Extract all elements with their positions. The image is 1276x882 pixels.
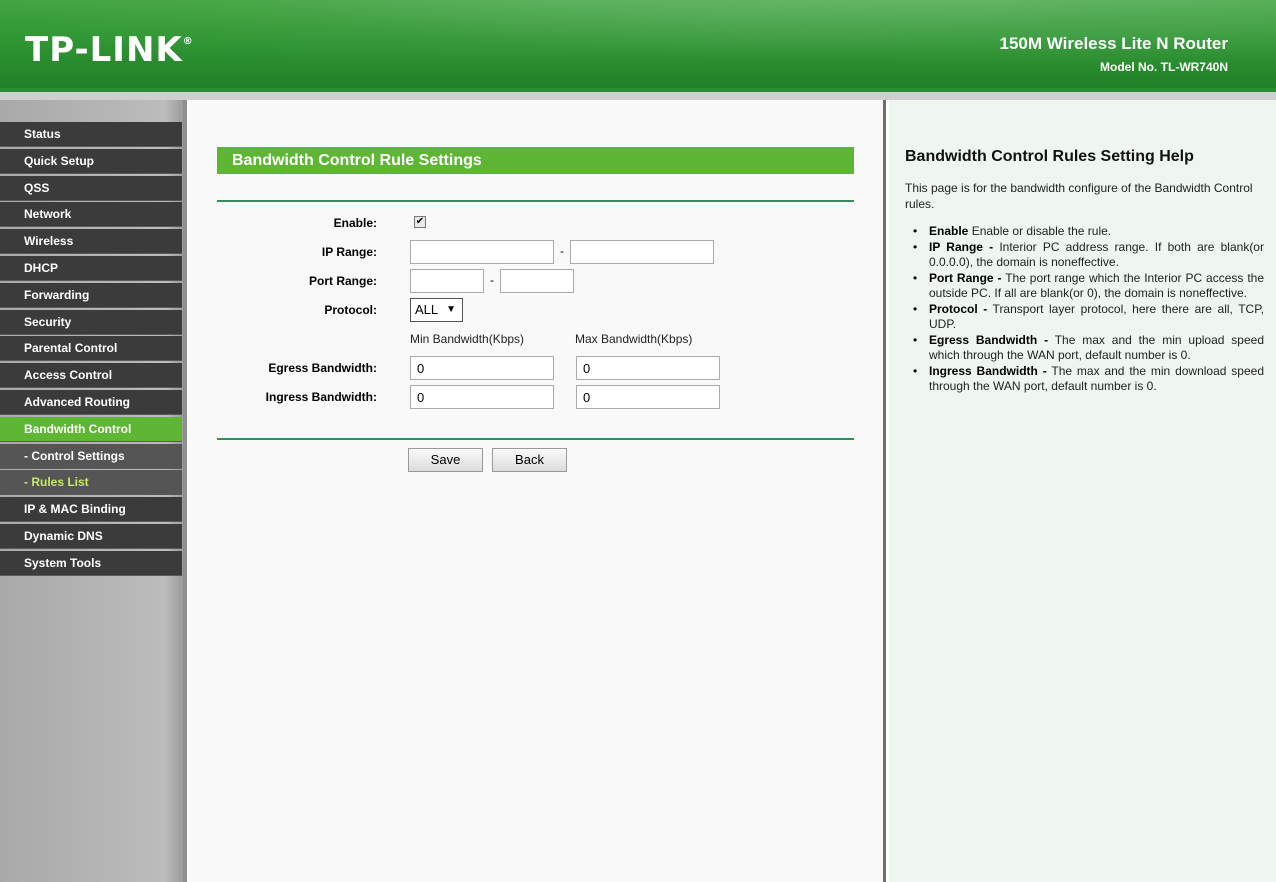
- egress-bandwidth-label: Egress Bandwidth:: [268, 361, 377, 375]
- help-item-enable: Enable Enable or disable the rule.: [913, 224, 1264, 240]
- min-bandwidth-header: Min Bandwidth(Kbps): [410, 332, 525, 346]
- sidebar-item-system-tools[interactable]: System Tools: [0, 550, 182, 576]
- top-divider: [217, 200, 854, 202]
- help-term: Egress Bandwidth -: [929, 332, 1049, 347]
- ip-range-dash: -: [560, 244, 564, 258]
- help-term: Ingress Bandwidth -: [929, 363, 1047, 378]
- sidebar-item-access-control[interactable]: Access Control: [0, 363, 182, 389]
- main-panel: Bandwidth Control Rule Settings Enable: …: [187, 100, 886, 882]
- ip-range-start-input[interactable]: [410, 240, 554, 264]
- sidebar-item-security[interactable]: Security: [0, 309, 182, 335]
- header-divider: [0, 92, 1276, 100]
- product-name: 150M Wireless Lite N Router: [999, 34, 1228, 53]
- help-item-port-range: Port Range - The port range which the In…: [913, 270, 1264, 302]
- logo-registered-mark: ®: [182, 36, 194, 47]
- enable-label: Enable:: [333, 216, 377, 230]
- sidebar-item-quick-setup[interactable]: Quick Setup: [0, 148, 182, 174]
- save-button[interactable]: Save: [408, 448, 483, 472]
- sidebar-item-parental-control[interactable]: Parental Control: [0, 336, 182, 362]
- sidebar-item-network[interactable]: Network: [0, 202, 182, 228]
- sidebar-item-advanced-routing[interactable]: Advanced Routing: [0, 389, 182, 415]
- sidebar-item-ip-mac-binding[interactable]: IP & MAC Binding: [0, 497, 182, 523]
- ingress-bandwidth-label: Ingress Bandwidth:: [265, 390, 377, 404]
- header-banner: TP-LINK® 150M Wireless Lite N Router Mod…: [0, 0, 1276, 92]
- help-title: Bandwidth Control Rules Setting Help: [905, 148, 1194, 165]
- sidebar-menu: Status Quick Setup QSS Network Wireless …: [0, 122, 182, 578]
- help-item-ip-range: IP Range - Interior PC address range. If…: [913, 239, 1264, 271]
- sidebar-item-dhcp[interactable]: DHCP: [0, 255, 182, 281]
- port-range-label: Port Range:: [308, 274, 377, 288]
- help-term: IP Range -: [929, 239, 994, 254]
- sidebar-item-wireless[interactable]: Wireless: [0, 229, 182, 255]
- sidebar-item-dynamic-dns[interactable]: Dynamic DNS: [0, 523, 182, 549]
- help-intro: This page is for the bandwidth configure…: [905, 181, 1253, 211]
- tp-link-logo: TP-LINK®: [25, 30, 194, 70]
- help-list: Enable Enable or disable the rule. IP Ra…: [913, 224, 1264, 395]
- sidebar-item-forwarding[interactable]: Forwarding: [0, 282, 182, 308]
- help-item-egress: Egress Bandwidth - The max and the min u…: [913, 332, 1264, 364]
- page-title: Bandwidth Control Rule Settings: [217, 147, 854, 174]
- back-button[interactable]: Back: [492, 448, 567, 472]
- port-range-end-input[interactable]: [500, 269, 574, 293]
- help-panel: Bandwidth Control Rules Setting Help Thi…: [889, 100, 1276, 882]
- sidebar-item-status[interactable]: Status: [0, 122, 182, 147]
- chevron-down-icon: ▼: [446, 304, 456, 315]
- port-range-start-input[interactable]: [410, 269, 484, 293]
- ingress-min-input[interactable]: [410, 385, 554, 409]
- sidebar-item-qss[interactable]: QSS: [0, 175, 182, 201]
- sidebar-subitem-control-settings[interactable]: - Control Settings: [0, 443, 182, 469]
- logo-text: TP-LINK: [25, 30, 183, 70]
- protocol-value: ALL: [415, 302, 439, 317]
- bottom-divider: [217, 438, 854, 440]
- egress-max-input[interactable]: [576, 356, 720, 380]
- help-term: Protocol -: [929, 301, 988, 316]
- help-term: Enable: [929, 224, 969, 238]
- port-range-dash: -: [490, 273, 494, 287]
- ip-range-end-input[interactable]: [570, 240, 714, 264]
- sidebar: Status Quick Setup QSS Network Wireless …: [0, 100, 187, 882]
- protocol-label: Protocol:: [324, 303, 377, 317]
- enable-checkbox[interactable]: ✔: [414, 216, 426, 228]
- max-bandwidth-header: Max Bandwidth(Kbps): [575, 332, 693, 346]
- sidebar-item-bandwidth-control[interactable]: Bandwidth Control: [0, 416, 182, 442]
- help-text: Enable or disable the rule.: [968, 224, 1112, 238]
- help-term: Port Range -: [929, 270, 1002, 285]
- egress-min-input[interactable]: [410, 356, 554, 380]
- sidebar-subitem-rules-list[interactable]: - Rules List: [0, 470, 182, 496]
- help-item-ingress: Ingress Bandwidth - The max and the min …: [913, 363, 1264, 395]
- model-number: Model No. TL-WR740N: [1100, 60, 1228, 74]
- ingress-max-input[interactable]: [576, 385, 720, 409]
- help-item-protocol: Protocol - Transport layer protocol, her…: [913, 301, 1264, 333]
- protocol-select[interactable]: ALL ▼: [410, 298, 463, 322]
- ip-range-label: IP Range:: [321, 245, 377, 259]
- check-icon: ✔: [415, 216, 425, 227]
